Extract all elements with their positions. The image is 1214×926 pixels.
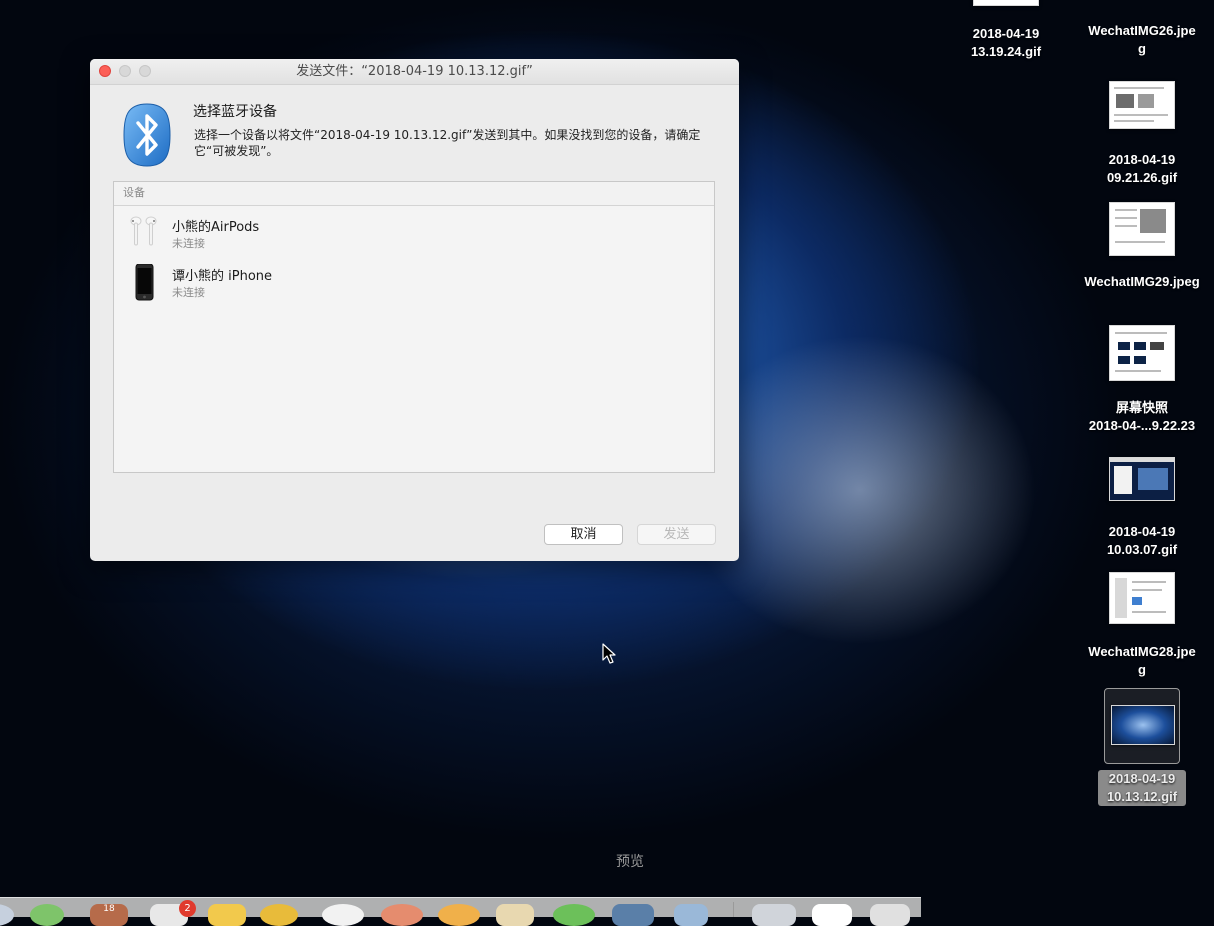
- cancel-button[interactable]: 取消: [544, 524, 623, 545]
- titlebar[interactable]: 发送文件：“2018-04-19 10.13.12.gif”: [90, 59, 739, 85]
- desktop-file-2[interactable]: WechatIMG26.jpe g: [1072, 22, 1212, 58]
- notes-icon[interactable]: [208, 904, 246, 926]
- dialog-heading: 选择蓝牙设备: [193, 104, 277, 120]
- desktop-file-6[interactable]: 2018-04-19 10.03.07.gif: [1072, 457, 1212, 559]
- file-label: WechatIMG26.jpe g: [1088, 23, 1196, 56]
- dialog-description: 选择一个设备以将文件“2018-04-19 10.13.12.gif”发送到其中…: [194, 128, 701, 158]
- chrome-icon[interactable]: [322, 904, 364, 926]
- bluetooth-exchange-icon[interactable]: [674, 904, 708, 926]
- iphone-icon: [127, 263, 161, 301]
- archive-icon[interactable]: [496, 904, 534, 926]
- desktop-file-8-selected[interactable]: 2018-04-19 10.13.12.gif: [1072, 688, 1212, 806]
- calendar-day: 18: [103, 904, 115, 914]
- photos-icon[interactable]: [438, 904, 480, 926]
- device-name: 小熊的AirPods: [172, 220, 260, 235]
- desktop-file-3[interactable]: 2018-04-19 09.21.26.gif: [1072, 81, 1212, 187]
- desktop-file-5[interactable]: 屏幕快照 2018-04-...9.22.23: [1072, 325, 1212, 435]
- minimize-button[interactable]: [119, 65, 131, 77]
- file-thumbnail: [1111, 705, 1175, 745]
- device-status: 未连接: [172, 237, 205, 250]
- device-name: 谭小熊的 iPhone: [172, 269, 273, 284]
- file-thumbnail: [1109, 572, 1175, 624]
- trash-icon[interactable]: [870, 904, 910, 926]
- music-app-icon[interactable]: [381, 904, 423, 926]
- file-thumbnail: [973, 0, 1039, 6]
- file-thumbnail: [1109, 81, 1175, 129]
- selection-highlight: [1104, 688, 1180, 764]
- calendar-icon[interactable]: 18: [90, 904, 128, 926]
- dock-separator: [733, 902, 734, 917]
- close-button[interactable]: [99, 65, 111, 77]
- folder-icon[interactable]: [752, 904, 796, 926]
- send-button[interactable]: 发送: [637, 524, 716, 545]
- window-title: 发送文件：“2018-04-19 10.13.12.gif”: [296, 64, 533, 79]
- dock-tooltip: 预览: [616, 854, 644, 870]
- siri-icon[interactable]: [0, 904, 14, 926]
- file-label: 2018-04-19 10.13.12.gif: [1098, 770, 1186, 806]
- file-thumbnail: [1109, 325, 1175, 381]
- file-label: WechatIMG29.jpeg: [1084, 274, 1200, 289]
- file-label: 2018-04-19 13.19.24.gif: [970, 26, 1042, 59]
- mouse-cursor-icon: [602, 643, 616, 664]
- device-list-header: 设备: [114, 182, 714, 206]
- desktop-file-1[interactable]: 2018-04-19 13.19.24.gif: [936, 0, 1076, 61]
- device-list[interactable]: 设备 小熊的AirPods 未连接 谭小熊的 iPhone 未连接: [113, 181, 715, 473]
- file-thumbnail: [1109, 457, 1175, 501]
- bluetooth-icon: [123, 103, 171, 167]
- desktop-file-4[interactable]: WechatIMG29.jpeg: [1072, 202, 1212, 291]
- file-label: 屏幕快照 2018-04-...9.22.23: [1088, 400, 1196, 433]
- butterfly-app-icon[interactable]: [260, 904, 298, 926]
- preview-icon[interactable]: [612, 904, 654, 926]
- file-label: WechatIMG28.jpe g: [1088, 644, 1196, 677]
- airpods-icon: [127, 215, 161, 249]
- file-thumbnail: [1109, 202, 1175, 256]
- device-status: 未连接: [172, 286, 205, 299]
- zoom-button[interactable]: [139, 65, 151, 77]
- file-label: 2018-04-19 10.03.07.gif: [1106, 524, 1178, 557]
- bluetooth-send-dialog: 发送文件：“2018-04-19 10.13.12.gif” 选择蓝牙设备 选择…: [90, 59, 739, 561]
- dock: 18 2: [0, 897, 921, 926]
- file-label: 2018-04-19 09.21.26.gif: [1106, 152, 1178, 185]
- notification-badge: 2: [179, 900, 196, 917]
- messages-icon[interactable]: [553, 904, 595, 926]
- device-row-iphone[interactable]: 谭小熊的 iPhone 未连接: [114, 255, 714, 304]
- facetime-icon[interactable]: [30, 904, 64, 926]
- desktop-file-7[interactable]: WechatIMG28.jpe g: [1072, 572, 1212, 679]
- device-row-airpods[interactable]: 小熊的AirPods 未连接: [114, 206, 714, 255]
- document-stack-icon[interactable]: [812, 904, 852, 926]
